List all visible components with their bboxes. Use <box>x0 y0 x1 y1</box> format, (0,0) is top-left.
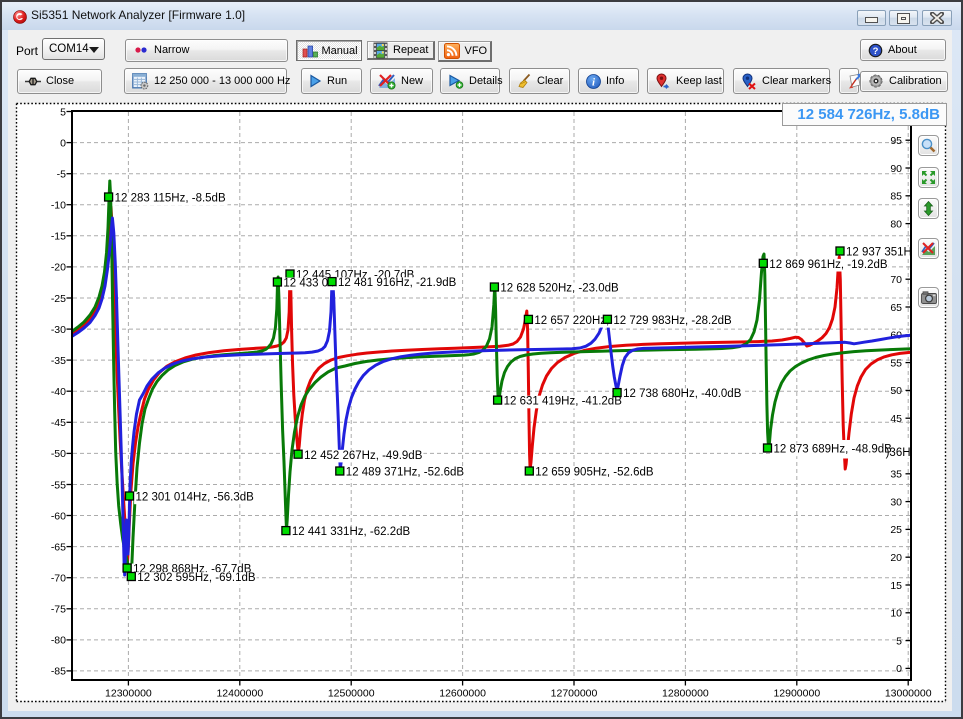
svg-text:12 283 115Hz, -8.5dB: 12 283 115Hz, -8.5dB <box>115 193 226 205</box>
svg-text:12700000: 12700000 <box>551 688 598 700</box>
svg-text:-45: -45 <box>51 417 66 429</box>
svg-text:12 738 680Hz, -40.0dB: 12 738 680Hz, -40.0dB <box>623 388 742 400</box>
svg-text:12 489 371Hz, -52.6dB: 12 489 371Hz, -52.6dB <box>346 467 465 479</box>
svg-text:12 873 689Hz, -48.9dB: 12 873 689Hz, -48.9dB <box>774 444 893 456</box>
svg-text:12 659 905Hz, -52.6dB: 12 659 905Hz, -52.6dB <box>535 467 654 479</box>
svg-text:10: 10 <box>890 608 902 620</box>
svg-text:-35: -35 <box>51 355 66 367</box>
svg-text:70: 70 <box>890 274 902 286</box>
svg-text:-40: -40 <box>51 386 66 398</box>
svg-text:15: 15 <box>890 580 902 592</box>
svg-text:12 631 419Hz, -41.2dB: 12 631 419Hz, -41.2dB <box>504 396 623 408</box>
svg-text:12 869 961Hz, -19.2dB: 12 869 961Hz, -19.2dB <box>769 259 888 271</box>
svg-text:?: ? <box>873 46 879 57</box>
svg-text:12 452 267Hz, -49.9dB: 12 452 267Hz, -49.9dB <box>304 450 423 462</box>
svg-text:12 302 595Hz, -69.1dB: 12 302 595Hz, -69.1dB <box>137 572 256 584</box>
svg-text:12900000: 12900000 <box>773 688 820 700</box>
svg-text:12 657 220Hz,: 12 657 220Hz, <box>534 315 609 327</box>
svg-text:80: 80 <box>890 218 902 230</box>
svg-text:12500000: 12500000 <box>328 688 375 700</box>
svg-text:5: 5 <box>896 635 902 647</box>
svg-text:-10: -10 <box>51 200 66 212</box>
svg-text:5: 5 <box>60 106 66 118</box>
svg-text:12 301 014Hz, -56.3dB: 12 301 014Hz, -56.3dB <box>136 492 255 504</box>
svg-text:90: 90 <box>890 163 902 175</box>
svg-text:-25: -25 <box>51 293 66 305</box>
svg-text:-70: -70 <box>51 573 66 585</box>
svg-text:12 937 351Hz: 12 937 351Hz <box>846 247 918 259</box>
svg-text:12800000: 12800000 <box>662 688 709 700</box>
svg-text:0: 0 <box>896 663 902 675</box>
svg-text:0: 0 <box>60 137 66 149</box>
svg-text:12 481 916Hz, -21.9dB: 12 481 916Hz, -21.9dB <box>338 277 457 289</box>
svg-text:35: 35 <box>890 469 902 481</box>
svg-text:-55: -55 <box>51 479 66 491</box>
svg-text:55: 55 <box>890 357 902 369</box>
svg-text:95: 95 <box>890 135 902 147</box>
svg-text:-20: -20 <box>51 262 66 274</box>
svg-text:-5: -5 <box>57 169 66 181</box>
svg-text:25: 25 <box>890 524 902 536</box>
svg-text:-60: -60 <box>51 510 66 522</box>
svg-text:50: 50 <box>890 385 902 397</box>
svg-text:12 729 983Hz, -28.2dB: 12 729 983Hz, -28.2dB <box>613 315 732 327</box>
svg-text:12400000: 12400000 <box>216 688 263 700</box>
svg-text:12600000: 12600000 <box>439 688 486 700</box>
svg-text:85: 85 <box>890 191 902 203</box>
svg-text:-50: -50 <box>51 448 66 460</box>
svg-text:-75: -75 <box>51 604 66 616</box>
svg-text:-85: -85 <box>51 666 66 678</box>
svg-text:65: 65 <box>890 302 902 314</box>
svg-text:-65: -65 <box>51 541 66 553</box>
svg-text:45: 45 <box>890 413 902 425</box>
svg-text:-80: -80 <box>51 635 66 647</box>
svg-text:30: 30 <box>890 496 902 508</box>
svg-text:-30: -30 <box>51 324 66 336</box>
svg-text:20: 20 <box>890 552 902 564</box>
svg-text:12 628 520Hz, -23.0dB: 12 628 520Hz, -23.0dB <box>500 283 619 295</box>
svg-text:13000000: 13000000 <box>885 688 932 700</box>
svg-text:12300000: 12300000 <box>105 688 152 700</box>
svg-text:12 441 331Hz, -62.2dB: 12 441 331Hz, -62.2dB <box>292 526 411 538</box>
svg-text:-15: -15 <box>51 231 66 243</box>
